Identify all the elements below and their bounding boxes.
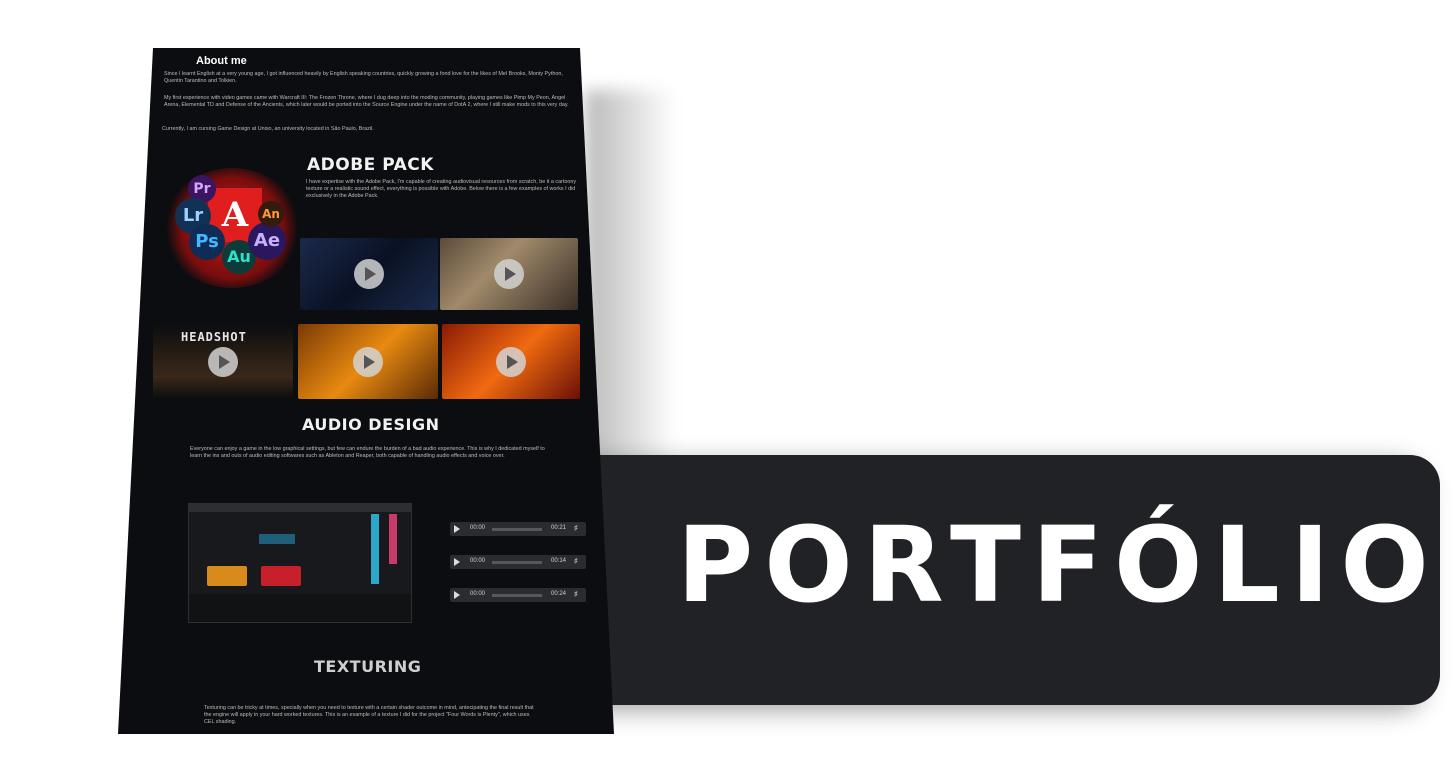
audio-player-2[interactable]: 00:00 00:14 ♯ [450,555,586,569]
play-button[interactable] [454,525,460,533]
duration: 00:24 [550,591,566,597]
video-thumbnail-5[interactable] [442,324,580,399]
video-thumbnail-3[interactable]: HEADSHOT [153,324,293,399]
play-button[interactable] [454,558,460,566]
play-icon[interactable] [354,259,384,289]
seek-bar[interactable] [492,561,542,564]
play-button[interactable] [454,591,460,599]
texturing-text: Texturing can be tricky at times, specia… [204,705,534,726]
about-heading: About me [196,55,247,67]
page-shadow [585,90,675,470]
audio-player-3[interactable]: 00:00 00:24 ♯ [450,588,586,602]
current-time: 00:00 [470,591,486,597]
about-paragraph-1: Since I learnt English at a very young a… [164,71,563,85]
play-icon[interactable] [496,346,526,377]
seek-bar[interactable] [492,528,542,531]
animate-icon: An [258,201,284,227]
after-effects-icon: Ae [248,222,286,260]
adobe-text: I have expertise with the Adobe Pack, I'… [306,179,577,200]
daw-screenshot [188,503,412,623]
play-icon[interactable] [494,259,524,289]
video-thumbnail-4[interactable] [298,324,438,399]
volume-icon[interactable]: ♯ [574,525,582,533]
play-icon[interactable] [208,346,238,377]
current-time: 00:00 [470,558,486,564]
video-thumbnail-1[interactable] [300,238,438,310]
about-paragraph-2: My first experience with video games cam… [164,95,569,109]
volume-icon[interactable]: ♯ [574,591,582,599]
duration: 00:21 [550,525,566,531]
banner-title: PORTFÓLIO [677,504,1440,626]
play-icon[interactable] [353,346,383,377]
photoshop-icon: Ps [189,224,225,260]
seek-bar[interactable] [492,594,542,597]
current-time: 00:00 [470,525,486,531]
volume-icon[interactable]: ♯ [574,558,582,566]
about-paragraph-3: Currently, I am cursing Game Design at U… [162,126,374,132]
audio-text: Everyone can enjoy a game in the low gra… [190,446,545,460]
texturing-heading: TEXTURING [314,657,422,676]
audio-player-1[interactable]: 00:00 00:21 ♯ [450,522,586,536]
website-mockup: About me Since I learnt English at a ver… [118,48,614,734]
duration: 00:14 [550,558,566,564]
headshot-label: HEADSHOT [181,330,247,344]
video-thumbnail-2[interactable] [440,238,578,310]
portfolio-banner: PORTFÓLIO [585,455,1440,705]
audio-heading: AUDIO DESIGN [302,415,440,434]
adobe-heading: ADOBE PACK [307,155,434,175]
